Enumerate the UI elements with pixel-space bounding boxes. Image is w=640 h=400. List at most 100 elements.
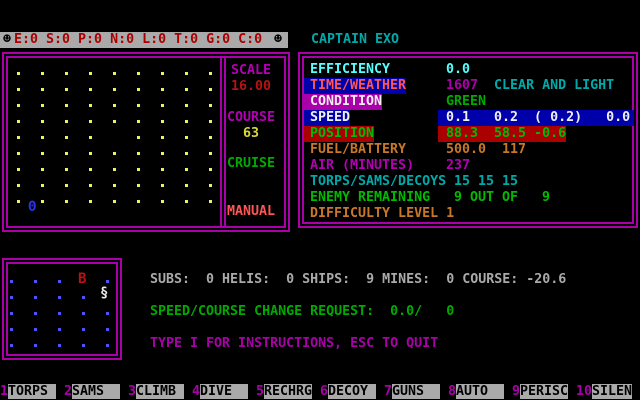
radar-range-dot bbox=[65, 136, 68, 139]
radar-range-dot bbox=[17, 136, 20, 139]
function-key-5[interactable]: 5RECHRG bbox=[256, 384, 312, 400]
efficiency-label: EFFICIENCY bbox=[304, 62, 390, 78]
contact-counts-line: SUBS: 0 HELIS: 0 SHIPS: 9 MINES: 0 COURS… bbox=[150, 272, 566, 288]
torps-sams-decoys-label: TORPS/SAMS/DECOYS bbox=[304, 174, 446, 190]
function-key-number: 5 bbox=[256, 384, 264, 399]
radar-range-dot bbox=[17, 200, 20, 203]
function-key-bar: 1TORPS 2SAMS 3CLIMB 4DIVE 5RECHRG6DECOY … bbox=[0, 384, 640, 400]
mini-map-dot bbox=[10, 344, 13, 347]
radar-range-dot bbox=[65, 88, 68, 91]
tactical-map-panel: Θ SCALE 16.00 COURSE 63 CRUISE MANUAL bbox=[2, 52, 290, 232]
radar-range-dot bbox=[89, 200, 92, 203]
radar-range-dot bbox=[65, 152, 68, 155]
radar-range-dot bbox=[41, 152, 44, 155]
function-key-label: CLIMB bbox=[136, 384, 184, 399]
condition-value: GREEN bbox=[446, 94, 486, 110]
function-key-1[interactable]: 1TORPS bbox=[0, 384, 56, 400]
radar-range-dot bbox=[113, 168, 116, 171]
radar-range-dot bbox=[113, 72, 116, 75]
status-row-efficiency: EFFICIENCY 0.0 bbox=[304, 62, 632, 78]
value-part: 500.0 117 bbox=[446, 142, 526, 157]
mini-map-dot bbox=[34, 312, 37, 315]
mini-map-dot bbox=[82, 312, 85, 315]
mini-map-dot bbox=[34, 296, 37, 299]
function-key-10[interactable]: 10SILEN bbox=[576, 384, 632, 400]
function-key-label: AUTO bbox=[456, 384, 504, 399]
status-row-time-weather: TIME/WEATHER1607 CLEAR AND LIGHT bbox=[304, 78, 632, 94]
function-key-label: PERISC bbox=[520, 384, 568, 399]
radar-range-dot bbox=[137, 168, 140, 171]
radar-range-dot bbox=[41, 184, 44, 187]
mini-map-panel: B§ bbox=[2, 258, 122, 360]
status-row-air-minutes: AIR (MINUTES)237 bbox=[304, 158, 632, 174]
radar-range-dot bbox=[161, 88, 164, 91]
value-part: 88.3 58.5 -0.6 bbox=[446, 126, 566, 141]
mini-map-dot bbox=[106, 280, 109, 283]
function-key-9[interactable]: 9PERISC bbox=[512, 384, 568, 400]
radar-range-dot bbox=[65, 168, 68, 171]
function-key-2[interactable]: 2SAMS bbox=[64, 384, 120, 400]
function-key-number: 1 bbox=[0, 384, 8, 399]
radar-range-dot bbox=[161, 152, 164, 155]
radar-range-dot bbox=[113, 88, 116, 91]
function-key-number: 9 bbox=[512, 384, 520, 399]
value-part: GREEN bbox=[446, 94, 486, 109]
efficiency-value: 0.0 bbox=[446, 62, 470, 78]
torps-sams-decoys-value: 15 15 15 bbox=[454, 174, 518, 190]
function-key-label: SILEN bbox=[592, 384, 632, 399]
radar-range-dot bbox=[89, 120, 92, 123]
radar-range-dot bbox=[17, 184, 20, 187]
radar-range-dot bbox=[137, 120, 140, 123]
fuel-battery-label: FUEL/BATTERY bbox=[304, 142, 406, 158]
mini-map-dot bbox=[106, 328, 109, 331]
radar-range-dot bbox=[17, 152, 20, 155]
speed-course-request-line: SPEED/COURSE CHANGE REQUEST: 0.0/ 0 bbox=[150, 304, 454, 320]
radar-range-dot bbox=[65, 72, 68, 75]
radar-range-dot bbox=[161, 104, 164, 107]
radar-range-dot bbox=[89, 152, 92, 155]
status-row-position: POSITION88.3 58.5 -0.6 bbox=[304, 126, 632, 142]
radar-range-dot bbox=[17, 104, 20, 107]
radar-range-dot bbox=[113, 120, 116, 123]
condition-label: CONDITION bbox=[304, 94, 382, 110]
radar-range-dot bbox=[209, 104, 212, 107]
speed-label: SPEED bbox=[304, 110, 350, 126]
function-key-label: RECHRG bbox=[264, 384, 312, 399]
value-part: 237 bbox=[446, 158, 470, 173]
radar-range-dot bbox=[161, 184, 164, 187]
captain-title: CAPTAIN EXO bbox=[311, 32, 399, 48]
function-key-8[interactable]: 8AUTO bbox=[448, 384, 504, 400]
radar-range-dot bbox=[209, 72, 212, 75]
radar-range-dot bbox=[41, 104, 44, 107]
radar-range-dot bbox=[161, 200, 164, 203]
status-row-fuel-battery: FUEL/BATTERY 500.0 117 bbox=[304, 142, 632, 158]
course-label: COURSE bbox=[222, 110, 280, 126]
radar-range-dot bbox=[89, 72, 92, 75]
scale-label: SCALE bbox=[222, 63, 280, 79]
value-part: 1607 bbox=[446, 78, 478, 93]
function-key-7[interactable]: 7GUNS bbox=[384, 384, 440, 400]
radar-range-dot bbox=[185, 120, 188, 123]
smiley-face-icon-left: ☻ bbox=[3, 32, 11, 48]
radar-range-dot bbox=[41, 200, 44, 203]
status-panel-rows: EFFICIENCY 0.0TIME/WEATHER1607 CLEAR AND … bbox=[302, 56, 634, 224]
damage-status-bar: ☻ E:0 S:0 P:0 N:0 L:0 T:0 G:0 C:0 ☻ bbox=[0, 32, 288, 48]
radar-range-dot bbox=[41, 120, 44, 123]
radar-range-dot bbox=[65, 104, 68, 107]
function-key-number: 3 bbox=[128, 384, 136, 399]
function-key-number: 4 bbox=[192, 384, 200, 399]
status-row-difficulty: DIFFICULTY LEVEL 1 bbox=[304, 206, 632, 222]
mini-map-dot bbox=[34, 280, 37, 283]
function-key-number: 2 bbox=[64, 384, 72, 399]
function-key-6[interactable]: 6DECOY bbox=[320, 384, 376, 400]
function-key-number: 6 bbox=[320, 384, 328, 399]
radar-range-dot bbox=[89, 88, 92, 91]
function-key-3[interactable]: 3CLIMB bbox=[128, 384, 184, 400]
throttle-mode-indicator: CRUISE bbox=[222, 156, 280, 172]
function-key-label: DIVE bbox=[200, 384, 248, 399]
function-key-4[interactable]: 4DIVE bbox=[192, 384, 248, 400]
mini-map-dot bbox=[58, 328, 61, 331]
status-row-enemy-remaining: ENEMY REMAINING9 OUT OF 9 bbox=[304, 190, 632, 206]
mini-map-dot bbox=[106, 312, 109, 315]
steering-mode-indicator: MANUAL bbox=[222, 204, 280, 220]
